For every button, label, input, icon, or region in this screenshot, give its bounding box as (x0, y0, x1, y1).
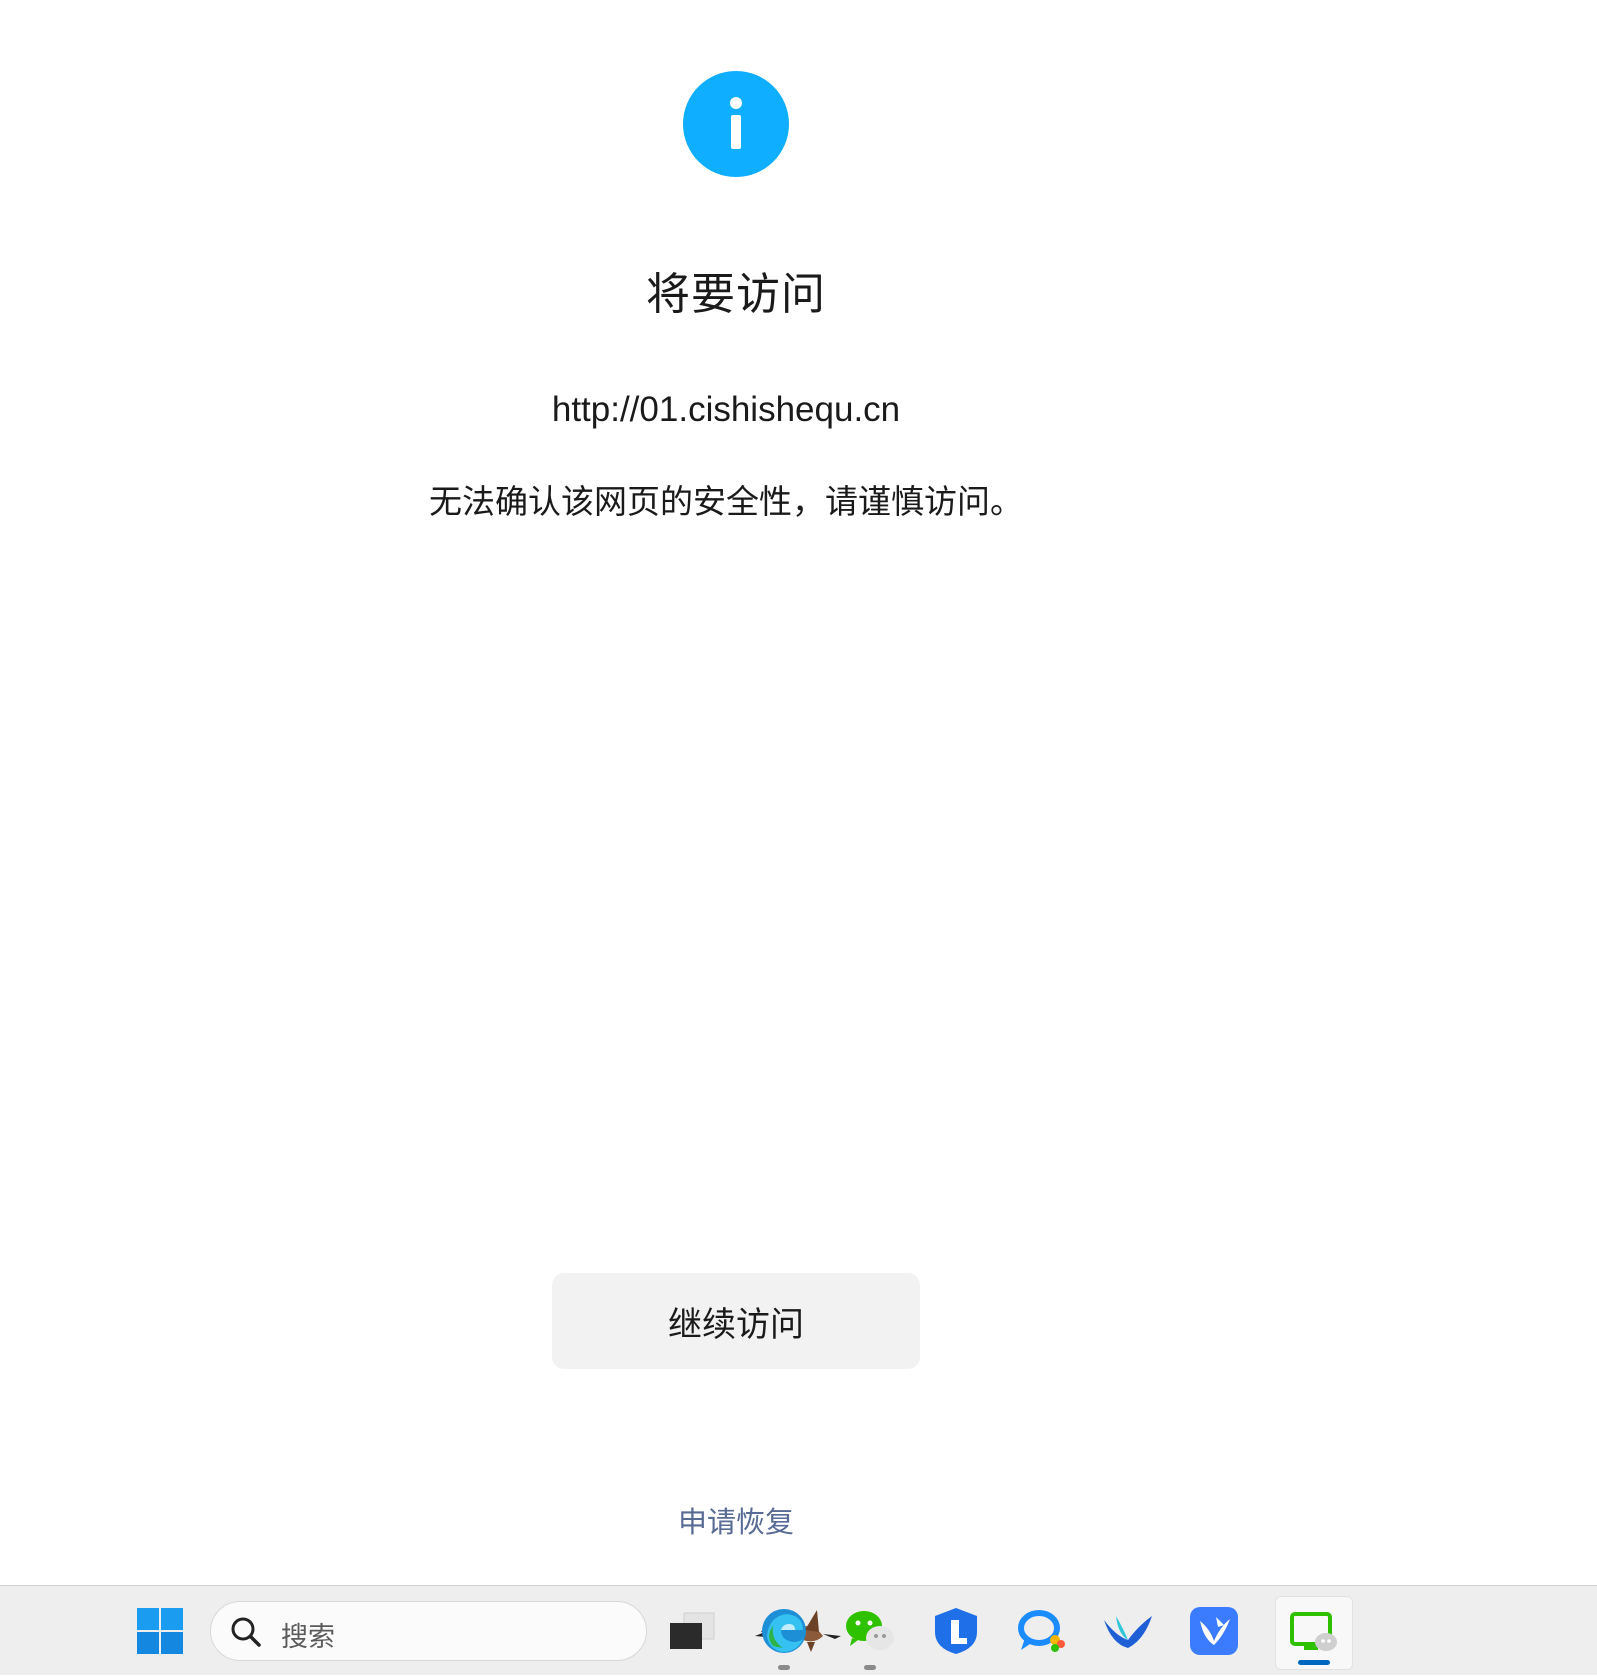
feishu-button[interactable] (1182, 1586, 1246, 1676)
warning-page: 将要访问 http://01.cishishequ.cn 无法确认该网页的安全性… (0, 0, 1597, 1585)
start-button[interactable] (128, 1586, 192, 1676)
security-app-button[interactable] (924, 1586, 988, 1676)
info-icon (683, 71, 789, 177)
taskbar-search-box[interactable]: 搜索 (210, 1601, 841, 1661)
wechat-window-icon (1290, 1612, 1337, 1651)
start-icon (137, 1608, 183, 1654)
edge-browser-button[interactable] (752, 1586, 816, 1676)
taskbar: 搜索 (0, 1585, 1597, 1675)
continue-visit-button[interactable]: 继续访问 (552, 1273, 920, 1369)
security-shield-icon (935, 1608, 977, 1654)
wechat-button[interactable] (838, 1586, 902, 1676)
edge-icon (762, 1609, 806, 1653)
feishu-icon (1190, 1607, 1238, 1655)
wechat-icon (846, 1611, 894, 1650)
bird-app-button[interactable] (1096, 1586, 1160, 1676)
chat-app-button[interactable] (1010, 1586, 1074, 1676)
search-placeholder: 搜索 (281, 1622, 335, 1653)
page-title: 将要访问 (646, 269, 826, 320)
task-view-button[interactable] (660, 1586, 724, 1676)
target-url: http://01.cishishequ.cn (551, 390, 901, 429)
wechat-window-button[interactable] (1275, 1596, 1353, 1670)
bird-app-icon (1104, 1616, 1152, 1648)
task-view-icon (670, 1612, 715, 1649)
chat-app-icon (1018, 1610, 1065, 1652)
apply-restore-link[interactable]: 申请恢复 (0, 1499, 1472, 1541)
security-warning-text: 无法确认该网页的安全性，请谨慎访问。 (429, 482, 1023, 521)
search-icon (231, 1617, 261, 1647)
